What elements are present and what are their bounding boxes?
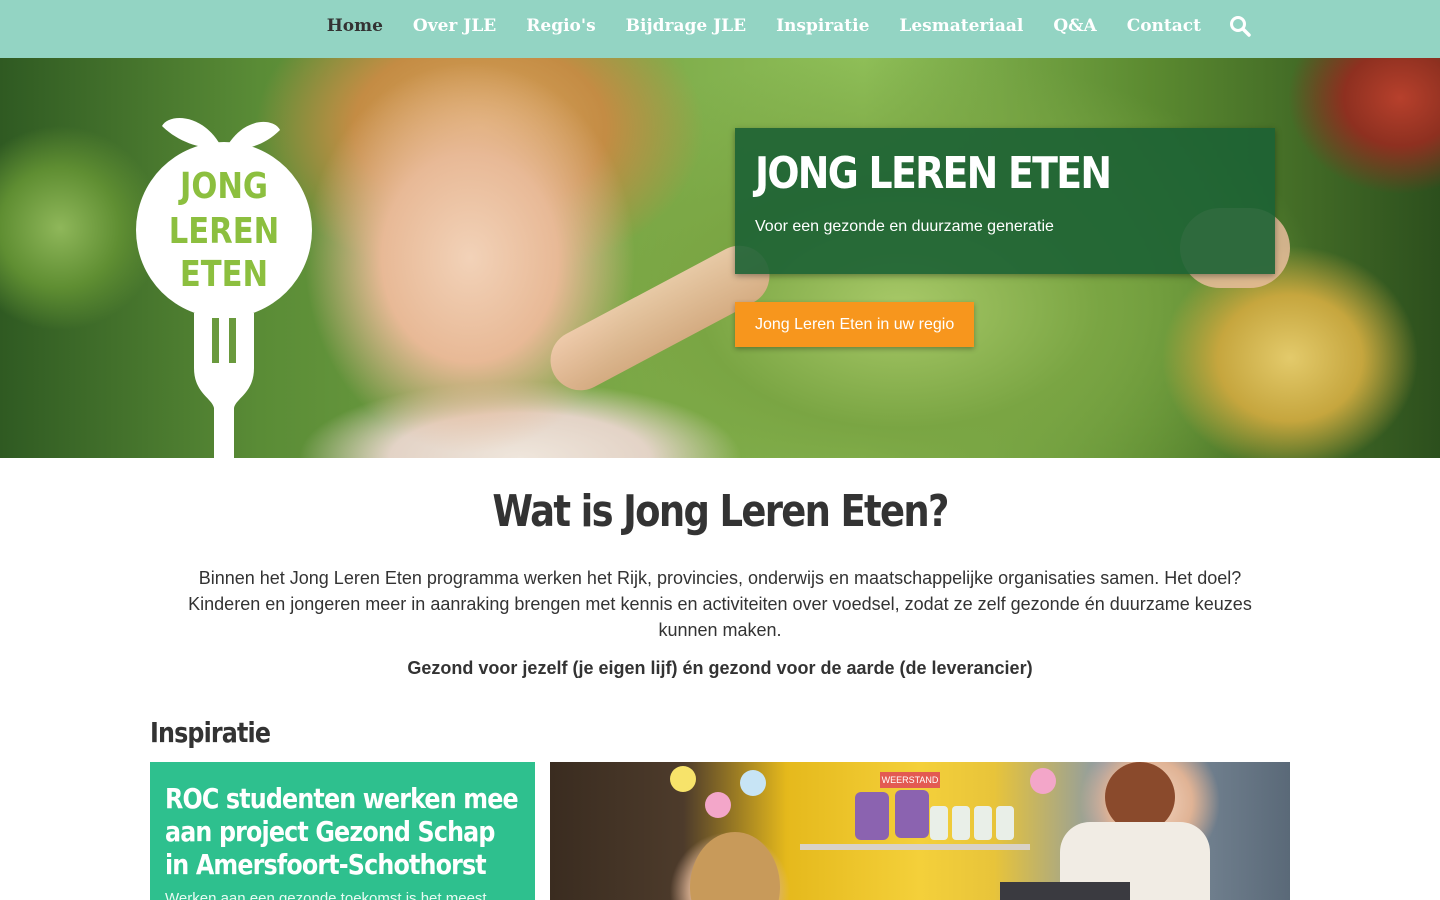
card-title[interactable]: ROC studenten werken mee aan project Gez… — [165, 782, 522, 881]
product-bag — [895, 790, 929, 838]
nav-menu: Home Over JLE Regio's Bijdrage JLE Inspi… — [312, 0, 1260, 52]
jle-logo[interactable]: JONG LEREN ETEN — [134, 108, 314, 458]
hero-banner: JONG LEREN ETEN JONG LEREN ETEN Voor een… — [0, 58, 1440, 458]
hero-subtitle: Voor een gezonde en duurzame generatie — [755, 218, 1054, 235]
intro-heading: Wat is Jong Leren Eten? — [0, 486, 1440, 537]
logo-line-leren: LEREN — [169, 210, 279, 252]
nav-item-lesmateriaal[interactable]: Lesmateriaal — [884, 16, 1038, 36]
nav-item-home[interactable]: Home — [312, 16, 398, 36]
product-jar — [930, 806, 948, 840]
nav-item-inspiratie[interactable]: Inspiratie — [761, 16, 884, 36]
top-navigation: Home Over JLE Regio's Bijdrage JLE Inspi… — [0, 0, 1440, 58]
decoration-flower — [1030, 768, 1056, 794]
shelf — [800, 844, 1030, 850]
intro-heading-text: Wat is Jong Leren Eten? — [492, 486, 949, 537]
hero-title-box: JONG LEREN ETEN Voor een gezonde en duur… — [735, 128, 1275, 274]
logo-line-eten: ETEN — [180, 253, 268, 295]
card-excerpt: Werken aan een gezonde toekomst is het m… — [165, 890, 487, 900]
nav-item-regios[interactable]: Regio's — [511, 16, 610, 36]
nav-item-contact[interactable]: Contact — [1112, 16, 1216, 36]
nav-item-bijdrage-jle[interactable]: Bijdrage JLE — [611, 16, 761, 36]
search-icon — [1230, 16, 1251, 37]
region-cta-button[interactable]: Jong Leren Eten in uw regio — [735, 302, 974, 347]
inspiratie-heading: Inspiratie — [150, 716, 271, 749]
product-jar — [974, 806, 992, 840]
logo-line-jong: JONG — [178, 165, 268, 207]
decoration-flower — [670, 766, 696, 792]
product-jar — [952, 806, 970, 840]
inspiratie-card-image[interactable]: WEERSTAND — [550, 762, 1290, 900]
nav-item-qa[interactable]: Q&A — [1038, 16, 1111, 36]
person-woman-left — [690, 832, 780, 900]
product-jar — [996, 806, 1014, 840]
intro-paragraph: Binnen het Jong Leren Eten programma wer… — [188, 568, 1252, 640]
decoration-flower — [740, 770, 766, 796]
decoration-flower — [705, 792, 731, 818]
product-bag — [855, 792, 889, 840]
hero-title: JONG LEREN ETEN — [755, 148, 1112, 199]
search-button[interactable] — [1220, 6, 1260, 46]
intro-tagline: Gezond voor jezelf (je eigen lijf) én ge… — [407, 658, 1033, 678]
nav-item-over-jle[interactable]: Over JLE — [398, 16, 511, 36]
crate — [1000, 882, 1130, 900]
inspiratie-card[interactable]: ROC studenten werken mee aan project Gez… — [150, 762, 535, 900]
store-sign: WEERSTAND — [880, 772, 940, 788]
